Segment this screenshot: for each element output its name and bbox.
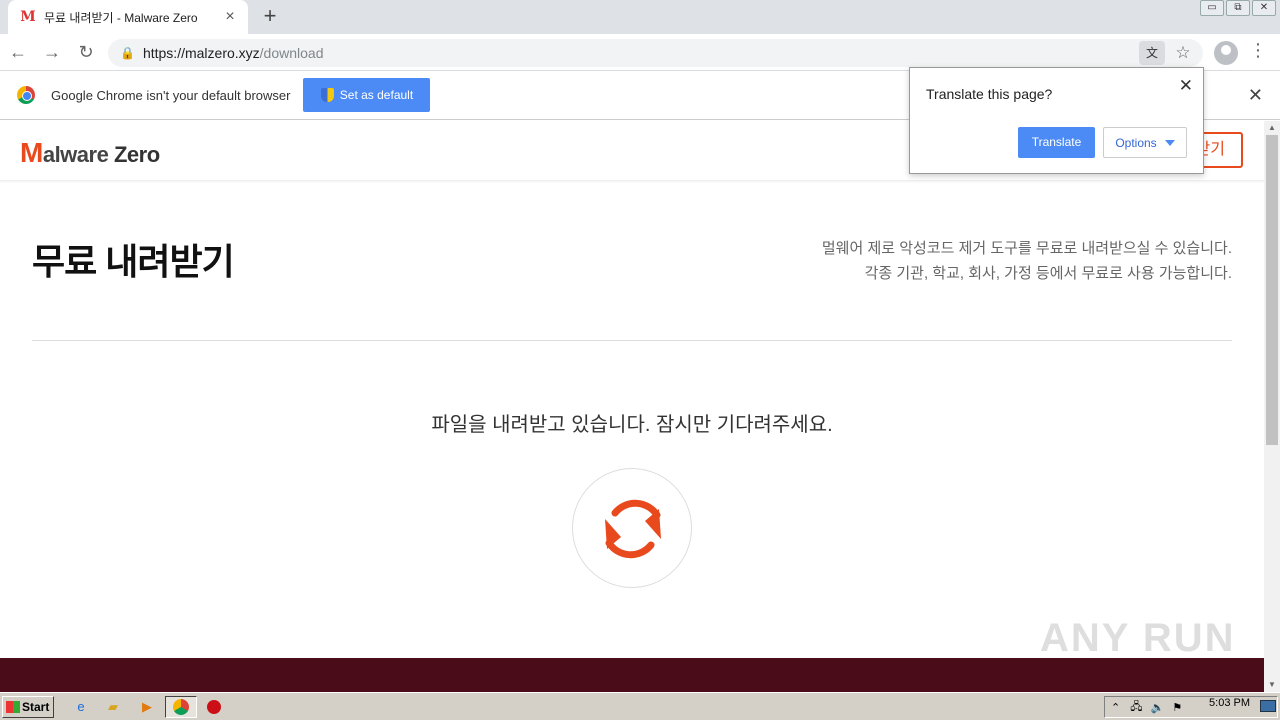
page-description: 멀웨어 제로 악성코드 제거 도구를 무료로 내려받으실 수 있습니다. 각종 … — [822, 236, 1232, 286]
infobar-message: Google Chrome isn't your default browser — [51, 87, 291, 103]
internet-explorer-icon[interactable]: e — [72, 698, 90, 716]
download-waiting-message: 파일을 내려받고 있습니다. 잠시만 기다려주세요. — [431, 414, 833, 436]
media-player-icon[interactable]: ▶ — [138, 698, 156, 716]
windows-taskbar: Start e ▰ ▶ ⌃ 🖧 🔈 ⚑ 5:03 PM — [0, 692, 1280, 720]
loading-spinner — [572, 468, 692, 588]
description-line-1: 멀웨어 제로 악성코드 제거 도구를 무료로 내려받으실 수 있습니다. — [821, 240, 1232, 257]
chrome-icon — [173, 699, 189, 715]
action-center-flag-icon[interactable]: ⚑ — [1172, 701, 1182, 714]
chrome-taskbar-button[interactable] — [165, 696, 197, 718]
logo-zero: Zero — [113, 142, 160, 167]
tab-strip: M 무료 내려받기 - Malware Zero × + ▭ ⧉ ✕ — [0, 0, 1280, 34]
omnibox-actions: 文 ☆ — [1139, 41, 1195, 65]
uac-shield-icon — [320, 88, 334, 102]
anyrun-watermark: ANY RUN — [1040, 616, 1236, 660]
start-button[interactable]: Start — [2, 696, 54, 718]
infobar-close-icon[interactable]: ✕ — [1248, 85, 1263, 106]
profile-avatar-icon[interactable] — [1214, 41, 1238, 65]
explorer-folder-icon[interactable]: ▰ — [104, 698, 122, 716]
translate-options-label: Options — [1115, 135, 1157, 150]
browser-menu-icon[interactable]: ⋮ — [1248, 40, 1268, 61]
translate-popup-close-icon[interactable]: ✕ — [1179, 76, 1193, 96]
tab-close-icon[interactable]: × — [222, 8, 238, 26]
logo-alware: alware — [42, 142, 109, 167]
set-as-default-label: Set as default — [339, 88, 414, 102]
browser-toolbar: ← → ↻ 🔒 https://malzero.xyz/download 文 ☆… — [0, 34, 1280, 71]
translate-options-button[interactable]: Options — [1103, 127, 1187, 158]
taskbar-clock[interactable]: 5:03 PM — [1209, 697, 1250, 709]
malware-zero-favicon-icon: M — [20, 9, 36, 25]
translate-popup: Translate this page? ✕ Translate Options — [909, 67, 1204, 174]
page-content: Malware Zero 받기 무료 내려받기 멀웨어 제로 악성코드 제거 도… — [0, 121, 1264, 692]
scroll-up-icon[interactable]: ▲ — [1264, 121, 1280, 135]
show-desktop-icon[interactable] — [1260, 700, 1276, 712]
refresh-arrows-icon — [605, 499, 661, 559]
url-path: /download — [259, 45, 324, 61]
url-host: https://malzero.xyz — [142, 45, 260, 61]
window-close-icon[interactable]: ✕ — [1252, 0, 1276, 16]
translate-popup-title: Translate this page? — [926, 86, 1053, 102]
minimize-icon[interactable]: ▭ — [1200, 0, 1224, 16]
page-scrollbar[interactable]: ▲ ▼ — [1264, 121, 1280, 692]
bookmark-star-icon[interactable]: ☆ — [1171, 43, 1195, 63]
tray-expand-icon[interactable]: ⌃ — [1111, 701, 1120, 714]
windows-logo-icon — [6, 701, 20, 713]
tab-title: 무료 내려받기 - Malware Zero — [44, 10, 198, 25]
chrome-logo-icon — [17, 86, 35, 104]
browser-tab[interactable]: M 무료 내려받기 - Malware Zero × — [8, 0, 248, 34]
site-footer — [0, 658, 1264, 692]
description-line-2: 각종 기관, 학교, 회사, 가정 등에서 무료로 사용 가능합니다. — [864, 265, 1232, 282]
opera-icon[interactable] — [205, 698, 223, 716]
window-controls: ▭ ⧉ ✕ — [1200, 0, 1276, 16]
volume-icon[interactable]: 🔈 — [1150, 701, 1164, 714]
scroll-thumb[interactable] — [1266, 135, 1278, 445]
translate-button[interactable]: Translate — [1018, 127, 1095, 158]
new-tab-icon[interactable]: + — [258, 5, 282, 29]
system-tray: ⌃ 🖧 🔈 ⚑ — [1104, 696, 1278, 718]
network-icon[interactable]: 🖧 — [1130, 698, 1142, 717]
reload-icon[interactable]: ↻ — [70, 36, 102, 68]
forward-icon[interactable]: → — [36, 36, 68, 68]
address-bar[interactable]: 🔒 https://malzero.xyz/download 文 ☆ — [108, 39, 1203, 67]
set-as-default-button[interactable]: Set as default — [303, 78, 431, 112]
scroll-down-icon[interactable]: ▼ — [1264, 678, 1280, 692]
site-logo[interactable]: Malware Zero — [20, 137, 160, 169]
back-icon[interactable]: ← — [2, 36, 34, 68]
divider — [32, 340, 1232, 341]
translate-icon[interactable]: 文 — [1139, 41, 1165, 65]
start-label: Start — [22, 700, 50, 714]
page-title: 무료 내려받기 — [32, 241, 235, 282]
lock-icon: 🔒 — [120, 46, 135, 60]
chevron-down-icon — [1164, 139, 1175, 146]
restore-icon[interactable]: ⧉ — [1226, 0, 1250, 16]
logo-m: M — [20, 137, 43, 168]
